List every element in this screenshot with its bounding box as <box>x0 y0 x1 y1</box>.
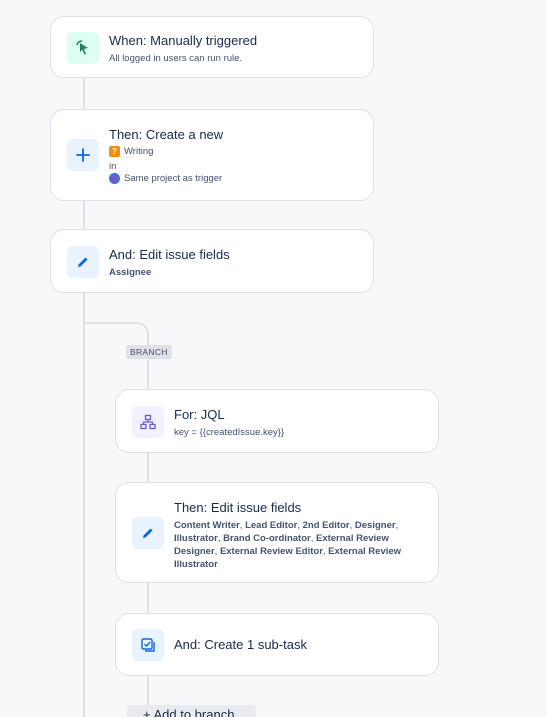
field-name: Content Writer <box>174 520 240 531</box>
connector-line <box>147 675 149 707</box>
create-title: Then: Create a new <box>109 127 224 142</box>
jql-title: For: JQL <box>174 407 225 422</box>
project-label: Same project as trigger <box>124 173 223 185</box>
branch-badge: BRANCH <box>126 345 172 359</box>
issue-type-label: Writing <box>124 146 154 158</box>
add-to-branch-button[interactable]: + Add to branch <box>127 705 256 717</box>
field-name: Designer <box>354 520 396 531</box>
branch-edit-title: Then: Edit issue fields <box>174 500 302 515</box>
edit-field: Assignee <box>109 267 152 278</box>
field-name: Lead Editor <box>245 520 298 531</box>
create-issue-card[interactable]: Then: Create a new ? Writing in Same proj… <box>50 109 374 201</box>
trigger-subtitle: All logged in users can run rule. <box>109 53 243 64</box>
trigger-title: When: Manually triggered <box>109 33 258 48</box>
subtask-title: And: Create 1 sub-task <box>174 637 307 652</box>
pencil-icon <box>132 517 164 549</box>
in-label: in <box>109 161 117 172</box>
create-subtask-card[interactable]: And: Create 1 sub-task <box>115 613 439 676</box>
pencil-icon <box>67 246 99 278</box>
trigger-card[interactable]: When: Manually triggered All logged in u… <box>50 16 374 78</box>
subtask-icon <box>132 629 164 661</box>
field-name: Illustrator <box>174 533 218 544</box>
field-name: Brand Co-ordinator <box>223 533 311 544</box>
branch-edit-fields: Content Writer, Lead Editor, 2nd Editor,… <box>174 520 402 570</box>
field-name: External Review Editor <box>219 546 323 557</box>
add-to-branch-label: + Add to branch <box>143 707 235 717</box>
plus-icon <box>67 139 99 171</box>
connector-line <box>83 292 85 717</box>
field-name: 2nd Editor <box>302 520 350 531</box>
project-avatar-icon <box>109 173 120 184</box>
issue-type: ? Writing <box>109 146 153 157</box>
cursor-click-icon <box>67 32 99 64</box>
connector-line <box>147 582 149 614</box>
edit-fields-card[interactable]: And: Edit issue fields Assignee <box>50 229 374 293</box>
branch-icon <box>132 406 164 438</box>
jql-subtitle: key = {{createdIssue.key}} <box>174 427 285 438</box>
edit-title: And: Edit issue fields <box>109 247 230 262</box>
connector-line <box>147 452 149 483</box>
project-label-row: Same project as trigger <box>109 173 222 184</box>
jql-branch-card[interactable]: For: JQL key = {{createdIssue.key}} <box>115 389 439 453</box>
connector-line <box>83 78 85 110</box>
branch-edit-fields-card[interactable]: Then: Edit issue fields Content Writer, … <box>115 482 439 583</box>
question-icon: ? <box>109 146 120 157</box>
connector-line <box>147 360 149 390</box>
connector-line <box>83 200 85 230</box>
